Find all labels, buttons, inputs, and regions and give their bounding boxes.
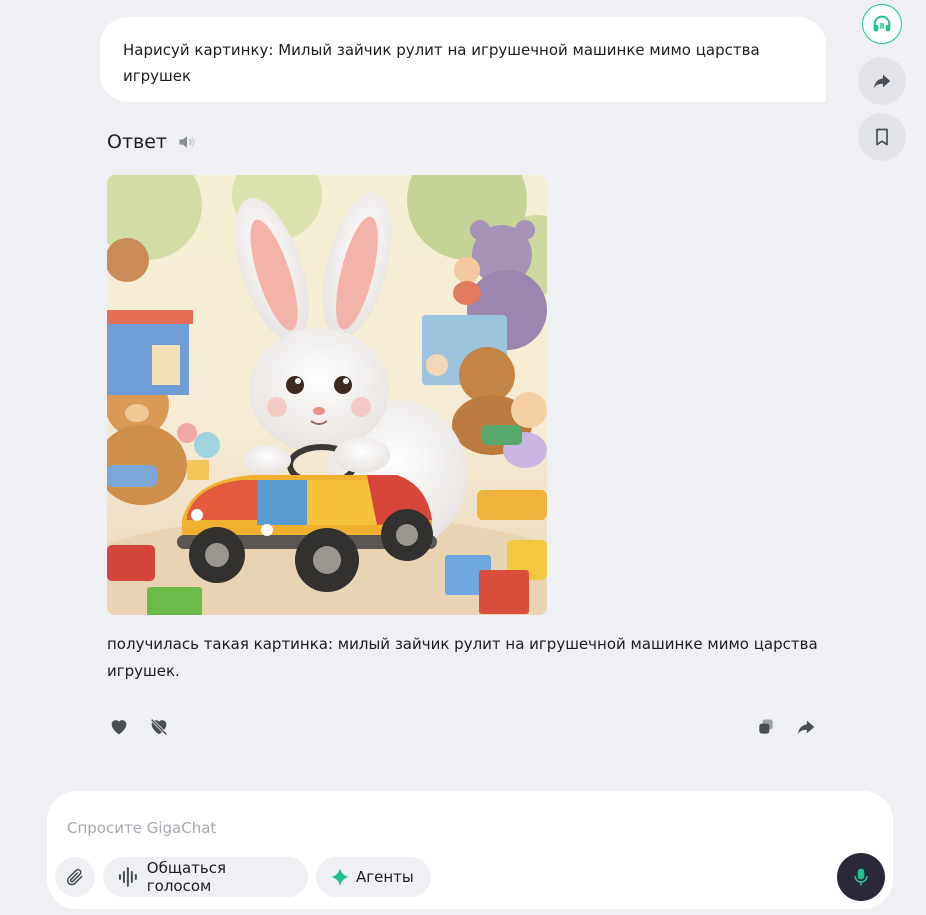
answer-text: получилась такая картинка: милый зайчик …	[107, 635, 818, 680]
bookmark-button[interactable]	[858, 113, 906, 161]
speaker-icon[interactable]	[177, 131, 199, 153]
composer-placeholder[interactable]: Спросите GigaChat	[67, 819, 216, 837]
forward-icon	[797, 720, 815, 735]
paperclip-icon	[66, 868, 83, 886]
attach-button[interactable]	[55, 857, 95, 897]
generated-image[interactable]	[107, 175, 547, 615]
dislike-button[interactable]	[147, 715, 171, 739]
message-composer[interactable]: Спросите GigaChat Общаться голосом Агент…	[47, 791, 893, 909]
bookmark-icon	[876, 128, 888, 146]
user-message-bubble: Нарисуй картинку: Милый зайчик рулит на …	[100, 17, 826, 102]
dislike-icon	[150, 718, 168, 736]
answer-title: Ответ	[107, 131, 167, 153]
agents-button[interactable]: Агенты	[316, 857, 431, 897]
sparkle-icon	[330, 867, 350, 887]
headphones-icon	[873, 15, 891, 32]
microphone-button[interactable]	[837, 853, 885, 901]
microphone-icon	[854, 868, 868, 886]
share-button[interactable]	[858, 57, 906, 105]
voice-chat-label: Общаться голосом	[146, 859, 227, 895]
voice-wave-icon	[118, 867, 137, 887]
share-icon	[873, 74, 891, 89]
forward-button[interactable]	[794, 715, 818, 739]
headphones-button[interactable]	[862, 4, 902, 44]
voice-chat-button[interactable]: Общаться голосом	[103, 857, 308, 897]
like-button[interactable]	[107, 715, 131, 739]
heart-icon	[111, 720, 127, 735]
copy-icon	[759, 719, 773, 734]
copy-button[interactable]	[754, 715, 778, 739]
user-message-text: Нарисуй картинку: Милый зайчик рулит на …	[123, 41, 760, 85]
agents-label: Агенты	[356, 868, 414, 886]
answer-header: Ответ	[107, 131, 199, 153]
